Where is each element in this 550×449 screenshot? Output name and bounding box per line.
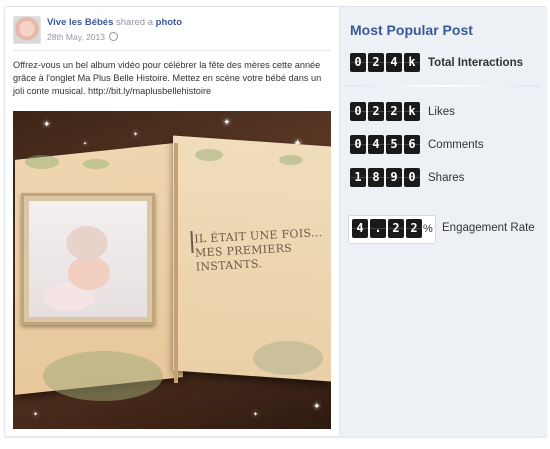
likes-label: Likes [428,106,455,118]
engagement-rate-counter: 4 . 2 2 [352,219,422,238]
sparkle-icon: ✦ [43,119,51,129]
author-line: Vive les Bébés shared a photo [47,17,182,28]
engagement-rate-label: Engagement Rate [442,222,535,234]
sparkle-icon: ✦ [33,412,39,418]
hill-decoration [253,341,323,375]
post-header: Vive les Bébés shared a photo 28th May, … [13,15,331,49]
counter-digit: 2 [368,102,384,121]
counter-digit: 0 [404,168,420,187]
globe-icon [109,32,119,41]
counter-digit: k [404,53,420,72]
baby-photo-frame [21,193,155,325]
author-avatar[interactable] [13,16,41,44]
counter-digit: 8 [368,168,384,187]
counter-digit: 6 [404,135,420,154]
stats-panel: Most Popular Post 0 2 4 k Total Interact… [339,7,547,436]
counter-digit: 2 [406,219,422,238]
author-name[interactable]: Vive les Bébés [47,17,113,28]
counter-digit: . [370,219,386,238]
cloud-decoration [25,155,59,169]
post-date[interactable]: 28th May, 2013 [47,32,105,42]
counter-digit: 1 [350,168,366,187]
counter-digit: 0 [350,102,366,121]
percent-sign: % [423,223,433,235]
counter-digit: 4 [352,219,368,238]
sparkle-icon: ✦ [223,117,231,127]
sparkle-icon: ✦ [313,401,321,411]
counter-digit: 5 [386,135,402,154]
counter-digit: 4 [368,135,384,154]
stats-separator [346,85,539,87]
post-panel: Vive les Bébés shared a photo 28th May, … [5,7,339,436]
counter-digit: 0 [350,53,366,72]
post-image[interactable]: ✦ ✦ ✦ ✦ ✦ ✦ ✦ ✦ IL ÉTAIT UNE FOIS... M [13,111,331,429]
total-interactions-counter: 0 2 4 k [350,53,420,72]
counter-digit: 2 [386,102,402,121]
counter-digit: 2 [388,219,404,238]
counter-digit: 0 [350,135,366,154]
post-text: Offrez-vous un bel album vidéo pour célé… [13,60,322,97]
counter-digit: 2 [368,53,384,72]
likes-counter: 0 2 2 k [350,102,420,121]
sparkle-icon: ✦ [133,132,139,138]
object-link[interactable]: photo [156,17,182,28]
book-title: IL ÉTAIT UNE FOIS... MES PREMIERS INSTAN… [194,225,331,274]
cloud-decoration [83,159,109,169]
comments-label: Comments [428,139,484,151]
comments-counter: 0 4 5 6 [350,135,420,154]
shares-label: Shares [428,172,465,184]
sparkle-icon: ✦ [253,412,259,418]
action-text: shared a [116,17,153,28]
hill-decoration [43,351,163,401]
header-divider [13,50,331,51]
cloud-decoration [279,155,303,165]
post-card: Vive les Bébés shared a photo 28th May, … [4,6,547,437]
shares-counter: 1 8 9 0 [350,168,420,187]
cloud-decoration [195,149,223,161]
post-date-line: 28th May, 2013 [47,32,119,42]
counter-digit: 9 [386,168,402,187]
baby-photo [29,201,147,317]
counter-digit: k [404,102,420,121]
sparkle-icon: ✦ [83,141,88,147]
counter-digit: 4 [386,53,402,72]
total-interactions-label: Total Interactions [428,57,523,69]
book-spine [174,143,178,383]
stats-title: Most Popular Post [350,22,473,38]
